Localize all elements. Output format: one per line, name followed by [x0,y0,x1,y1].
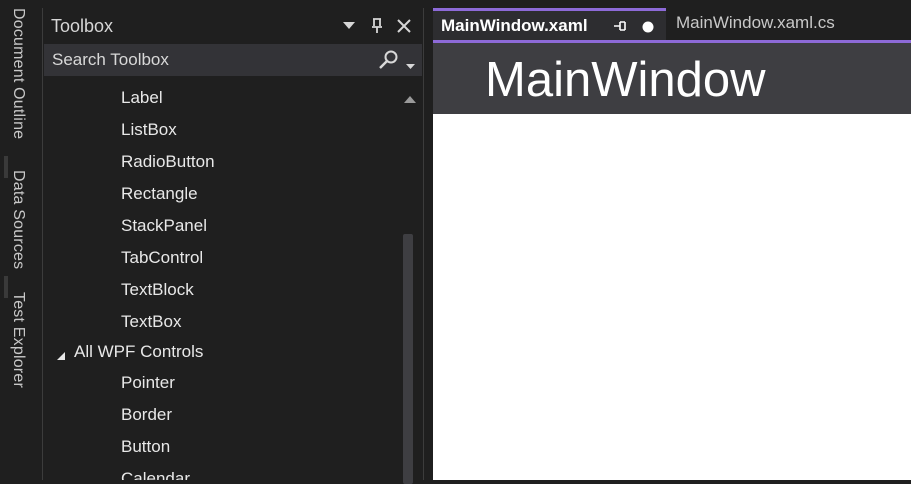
list-item[interactable]: Calendar [121,469,190,480]
list-item[interactable]: RadioButton [121,152,215,172]
tab-label: MainWindow.xaml [441,16,588,35]
modified-dot-icon[interactable] [642,20,654,38]
side-tab-document-outline[interactable]: Document Outline [9,8,27,139]
chevron-down-icon[interactable] [406,57,415,75]
toolbox-header: Toolbox [43,8,423,44]
search-icon[interactable] [378,50,400,75]
dropdown-arrow-icon[interactable] [339,14,359,38]
list-item[interactable]: Pointer [121,373,175,393]
scrollbar[interactable] [396,84,423,484]
tab-mainwindow-xaml[interactable]: MainWindow.xaml [433,8,666,40]
tab-label: MainWindow.xaml.cs [676,13,835,32]
list-item[interactable]: Label [121,88,163,108]
pin-icon[interactable] [367,14,387,38]
toolbox-search [44,44,422,76]
list-item[interactable]: Border [121,405,172,425]
designer-window-titlebar: MainWindow [433,43,911,114]
list-item[interactable]: StackPanel [121,216,207,236]
side-tab-data-sources[interactable]: Data Sources [9,170,27,269]
pin-icon[interactable] [613,19,627,37]
designer-canvas[interactable] [433,114,911,480]
scroll-up-arrow-icon[interactable] [404,90,416,108]
group-header-all-wpf-controls[interactable]: All WPF Controls [74,342,203,362]
list-item[interactable]: TextBox [121,312,181,332]
side-tab-separator [4,156,8,178]
window-title: MainWindow [485,53,766,107]
toolbox-title: Toolbox [51,16,114,36]
toolbox-panel: Toolbox Label ListBox RadioButton Rectan… [42,8,424,484]
expanded-triangle-icon[interactable] [56,348,66,366]
list-item[interactable]: Button [121,437,170,457]
document-tabbar: MainWindow.xaml MainWindow.xaml.cs [433,8,911,40]
side-tab-strip: Document Outline Data Sources Test Explo… [0,0,38,480]
editor-area: MainWindow.xaml MainWindow.xaml.cs MainW… [433,8,911,480]
list-item[interactable]: Rectangle [121,184,198,204]
list-item[interactable]: ListBox [121,120,177,140]
toolbox-list: Label ListBox RadioButton Rectangle Stac… [43,84,395,480]
close-icon[interactable] [393,14,415,38]
tab-mainwindow-xaml-cs[interactable]: MainWindow.xaml.cs [666,8,911,40]
search-input[interactable] [44,44,364,76]
scrollbar-thumb[interactable] [403,234,413,484]
side-tab-test-explorer[interactable]: Test Explorer [9,292,27,388]
list-item[interactable]: TextBlock [121,280,194,300]
side-tab-separator [4,276,8,298]
list-item[interactable]: TabControl [121,248,203,268]
